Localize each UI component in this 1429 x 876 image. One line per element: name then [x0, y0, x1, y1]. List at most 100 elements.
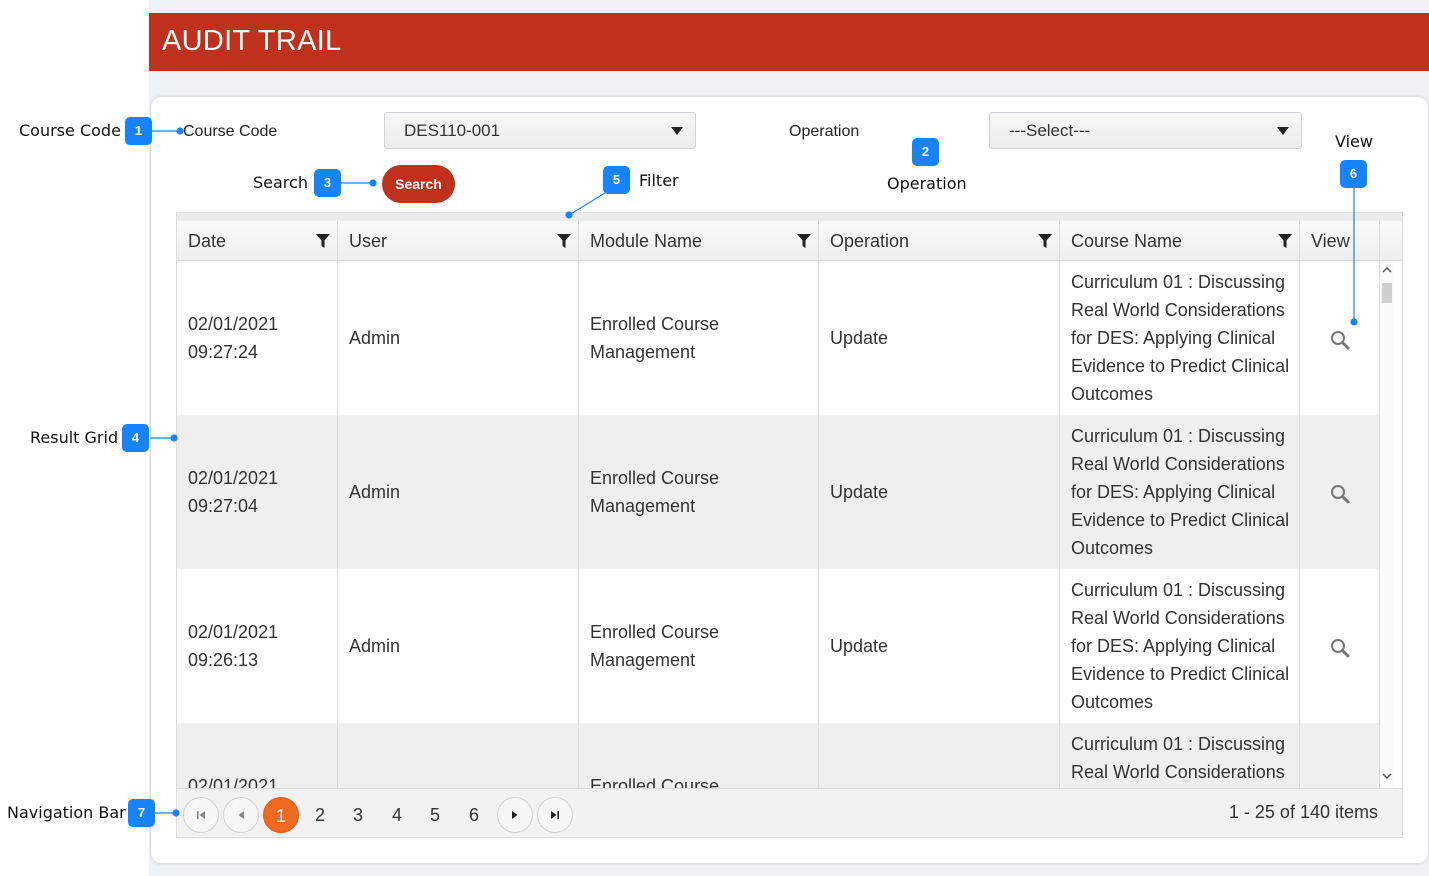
scrollbar-thumb[interactable] [1382, 283, 1392, 303]
table-cell: Update [819, 569, 1060, 723]
annotation-label-view: View [1335, 132, 1373, 151]
cell-course-line: for DES: Applying Clinical [1071, 636, 1276, 656]
column-header-date[interactable]: Date [177, 221, 338, 261]
cell-module-line: Enrolled Course [590, 468, 720, 488]
course-code-dropdown[interactable]: DES110-001 [384, 112, 696, 149]
page-number-4[interactable]: 4 [379, 797, 415, 833]
table-cell: Enrolled Course Management [579, 569, 819, 723]
pager-info: 1 - 25 of 140 items [1228, 802, 1378, 822]
annotation-label-filter: Filter [639, 171, 679, 190]
cell-date: 02/01/2021 [188, 314, 279, 334]
table-cell: Admin [338, 415, 579, 569]
title-bar: AUDIT TRAIL [149, 13, 1429, 71]
cell-course-line: Curriculum 01 : Discussing [1071, 272, 1286, 292]
column-header-view[interactable]: View [1300, 221, 1380, 261]
magnifier-icon[interactable] [1330, 638, 1350, 658]
cell-module-line: Management [590, 342, 696, 362]
grid-scrollbar[interactable] [1380, 261, 1394, 788]
search-button[interactable]: Search [382, 165, 455, 203]
table-row[interactable]: 02/01/2021 Enrolled Course Curriculum 01 :… [177, 723, 1380, 788]
operation-label: Operation [789, 123, 860, 140]
table-cell: Admin [338, 569, 579, 723]
cell-course-line: Evidence to Predict Clinical [1071, 356, 1290, 376]
last-page-button[interactable] [537, 797, 573, 833]
cell-module-line: Enrolled Course [590, 622, 720, 642]
cell-module-line: Management [590, 650, 696, 670]
column-header-operation[interactable]: Operation [819, 221, 1060, 261]
table-cell: 02/01/2021 09:26:13 [177, 569, 338, 723]
last-page-icon [551, 811, 559, 819]
annotation-label-course-code: Course Code [19, 121, 121, 140]
column-header-course-name[interactable]: Course Name [1060, 221, 1300, 261]
chevron-down-icon [671, 127, 683, 135]
page-number-3[interactable]: 3 [340, 797, 376, 833]
screenshot-root: AUDIT TRAIL Course Code DES110-001 Opera… [0, 0, 1429, 876]
annotation-label-result-grid: Result Grid [30, 428, 119, 447]
annotation-badge-5: 5 [603, 166, 630, 194]
funnel-icon[interactable] [797, 234, 811, 249]
page-number-2[interactable]: 2 [302, 797, 338, 833]
column-header-label: View [1311, 231, 1350, 251]
cell-course-line: Real World Considerations [1071, 300, 1285, 320]
page-number-1[interactable]: 1 [263, 797, 299, 833]
column-header-label: Operation [830, 231, 910, 251]
first-page-button[interactable] [183, 797, 219, 833]
table-row[interactable]: 02/01/2021 09:27:04 Admin Enrolled Course Ma… [177, 415, 1380, 569]
column-header-user[interactable]: User [338, 221, 579, 261]
grid-header: Date User Module Name Operation Course Name V… [177, 221, 1402, 261]
cell-time: 09:26:13 [188, 650, 259, 670]
magnifier-icon[interactable] [1330, 330, 1350, 350]
prev-page-button[interactable] [223, 797, 259, 833]
chevron-down-icon[interactable] [1382, 771, 1392, 781]
table-cell: Enrolled Course Management [579, 415, 819, 569]
chevron-up-icon[interactable] [1382, 265, 1392, 275]
cell-course-line: Outcomes [1071, 538, 1154, 558]
cell-course-line: Outcomes [1071, 692, 1154, 712]
cell-course-line: for DES: Applying Clinical [1071, 482, 1276, 502]
cell-module-line: Enrolled Course [590, 314, 720, 334]
column-header-label: Module Name [590, 231, 703, 251]
funnel-icon[interactable] [557, 234, 571, 249]
funnel-icon[interactable] [1278, 234, 1292, 249]
cell-user: Admin [349, 482, 401, 502]
annotation-label-search: Search [253, 173, 308, 192]
course-code-value: DES110-001 [404, 121, 501, 140]
annotation-badge-1: 1 [125, 117, 152, 145]
prev-page-icon [238, 811, 244, 819]
chevron-down-icon [1277, 127, 1289, 135]
operation-dropdown[interactable]: ---Select--- [989, 112, 1302, 149]
cell-operation: Update [830, 636, 889, 656]
table-cell [1300, 569, 1380, 723]
page-number-6[interactable]: 6 [456, 797, 492, 833]
annotation-badge-2: 2 [912, 138, 939, 166]
table-row[interactable]: 02/01/2021 09:27:24 Admin Enrolled Course Ma… [177, 261, 1380, 415]
table-cell [338, 723, 579, 788]
cell-course-line: Curriculum 01 : Discussing [1071, 426, 1286, 446]
cell-operation: Update [830, 328, 889, 348]
cell-course-line: Outcomes [1071, 384, 1154, 404]
table-cell: 02/01/2021 [177, 723, 338, 788]
table-cell: Admin [338, 261, 579, 415]
table-cell: Enrolled Course Management [579, 261, 819, 415]
table-cell: Curriculum 01 : Discussing Real World Con… [1060, 569, 1300, 723]
magnifier-icon[interactable] [1330, 484, 1350, 504]
table-row[interactable]: 02/01/2021 09:26:13 Admin Enrolled Course Ma… [177, 569, 1380, 723]
cell-date: 02/01/2021 [188, 622, 279, 642]
column-header-module-name[interactable]: Module Name [579, 221, 819, 261]
table-cell [1300, 261, 1380, 415]
table-cell: Enrolled Course [579, 723, 819, 788]
funnel-icon[interactable] [1038, 234, 1052, 249]
page-number-5[interactable]: 5 [417, 797, 453, 833]
cell-course-line: Real World Considerations [1071, 762, 1285, 782]
table-cell: Curriculum 01 : Discussing Real World Con… [1060, 415, 1300, 569]
table-cell: Update [819, 415, 1060, 569]
cell-course-line: Real World Considerations [1071, 608, 1285, 628]
cell-course-line: for DES: Applying Clinical [1071, 328, 1276, 348]
cell-operation: Update [830, 482, 889, 502]
cell-course-line: Real World Considerations [1071, 454, 1285, 474]
annotation-badge-6: 6 [1340, 160, 1367, 188]
cell-course-line: Curriculum 01 : Discussing [1071, 580, 1286, 600]
funnel-icon[interactable] [316, 234, 330, 249]
next-page-button[interactable] [497, 797, 533, 833]
result-grid: Date User Module Name Operation Course Name V… [176, 212, 1403, 838]
